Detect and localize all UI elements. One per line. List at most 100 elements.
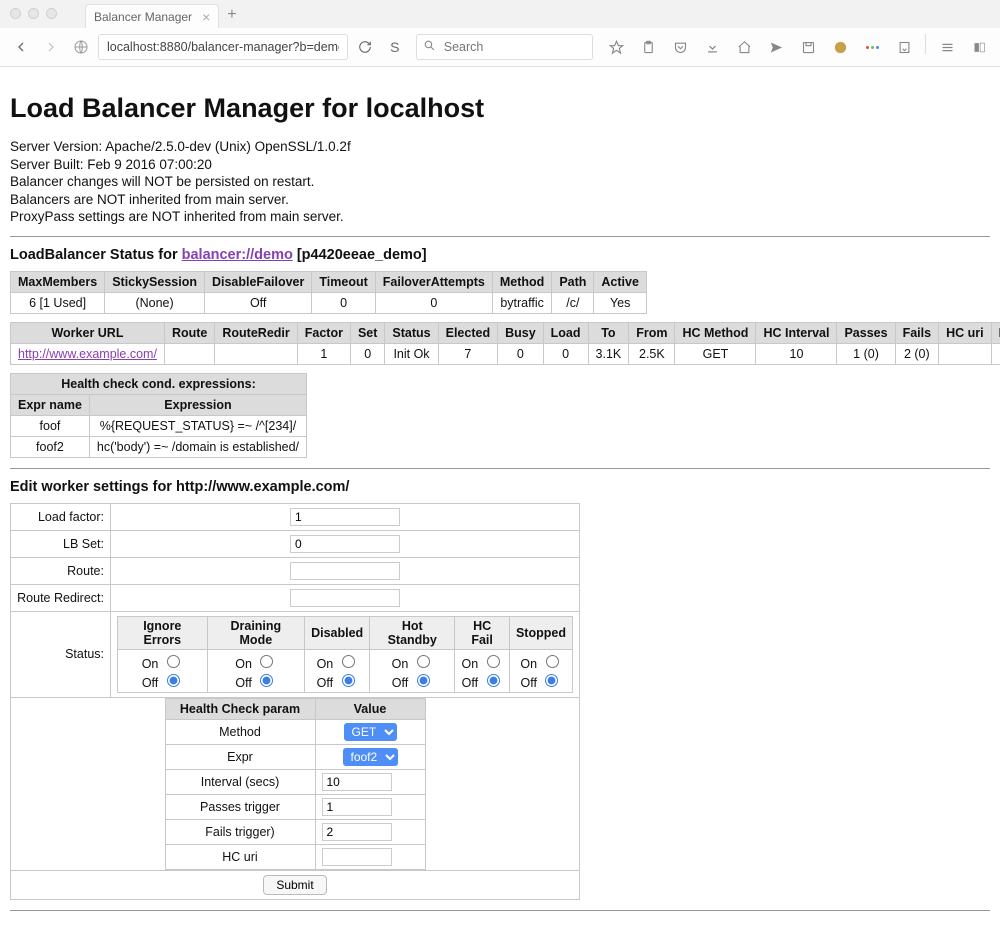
col: Health Check param [165,698,315,719]
search-input[interactable] [442,39,586,55]
input-load-factor[interactable] [290,508,400,526]
submit-button[interactable]: Submit [263,875,326,895]
smiley-icon[interactable] [827,34,853,60]
save-icon[interactable] [795,34,821,60]
col: Load [543,322,588,343]
cell: 0 [375,292,492,313]
browser-chrome: Balancer Manager × + S [0,0,1000,67]
radio-ignore-off[interactable] [167,674,180,687]
input-lb-set[interactable] [290,535,400,553]
cell: 2.5K [629,343,675,364]
col: Set [350,322,384,343]
input-route-redirect[interactable] [290,589,400,607]
col: HC Fail [455,616,510,649]
meta-note1: Balancer changes will NOT be persisted o… [10,173,990,191]
label-load-factor: Load factor: [11,503,111,530]
col: Ignore Errors [118,616,208,649]
cell: 1 (0) [837,343,895,364]
noscript-icon[interactable]: S [382,34,408,60]
input-hc-interval[interactable] [322,773,392,791]
col: Hot Standby [370,616,455,649]
window-controls [10,8,57,19]
home-icon[interactable] [731,34,757,60]
cell [939,343,992,364]
meta-note2: Balancers are NOT inherited from main se… [10,191,990,209]
cell: 2 (0) [895,343,939,364]
status-radio-table: Ignore Errors Draining Mode Disabled Hot… [117,616,573,693]
col-stickysession: StickySession [105,271,205,292]
forward-button[interactable] [38,34,64,60]
radio-hcfail-on[interactable] [487,655,500,668]
label: Expr [165,744,315,769]
hamburger-icon[interactable] [934,34,960,60]
input-hc-passes[interactable] [322,798,392,816]
input-hc-fails[interactable] [322,823,392,841]
page-content: Load Balancer Manager for localhost Serv… [0,67,1000,941]
browser-tab[interactable]: Balancer Manager × [85,4,219,28]
zoom-window-dot[interactable] [46,8,57,19]
radio-hot-off[interactable] [417,674,430,687]
minimize-window-dot[interactable] [28,8,39,19]
meta-version: Server Version: Apache/2.5.0-dev (Unix) … [10,138,990,156]
dropdown-icon[interactable] [891,34,917,60]
worker-url-link[interactable]: http://www.example.com/ [18,347,157,361]
cell [164,343,214,364]
cell: 6 [1 Used] [11,292,105,313]
new-tab-button[interactable]: + [227,6,236,28]
off-label: Off [392,676,408,690]
download-icon[interactable] [699,34,725,60]
radio-hot-on[interactable] [417,655,430,668]
cell: 0 [498,343,544,364]
cell: foof [11,415,90,436]
meta-built: Server Built: Feb 9 2016 07:00:20 [10,156,990,174]
label: HC uri [165,844,315,869]
col: Fails [895,322,939,343]
cell: 7 [438,343,497,364]
star-icon[interactable] [603,34,629,60]
col-maxmembers: MaxMembers [11,271,105,292]
radio-stopped-off[interactable] [545,674,558,687]
label: Interval (secs) [165,769,315,794]
select-hc-method[interactable]: GET [344,723,397,741]
send-icon[interactable] [763,34,789,60]
radio-drain-on[interactable] [260,655,273,668]
cell: foof2 [11,436,90,457]
edit-form: Load factor: LB Set: Route: Route Redire… [10,503,580,900]
back-button[interactable] [8,34,34,60]
input-hc-uri[interactable] [322,848,392,866]
cell: Init Ok [385,343,438,364]
balancer-link[interactable]: balancer://demo [182,247,293,263]
radio-drain-off[interactable] [260,674,273,687]
toggle-icon[interactable] [966,34,992,60]
pocket-icon[interactable] [667,34,693,60]
url-bar[interactable] [98,34,348,60]
search-bar[interactable] [416,34,593,60]
cell: 0 [543,343,588,364]
select-hc-expr[interactable]: foof2 [343,748,398,766]
expr-row: foof2 hc('body') =~ /domain is establish… [11,436,307,457]
input-route[interactable] [290,562,400,580]
label-route: Route: [11,557,111,584]
cell: Off [204,292,311,313]
cell: 10 [756,343,837,364]
radio-ignore-on[interactable] [167,655,180,668]
url-input[interactable] [105,39,341,55]
radio-hcfail-off[interactable] [487,674,500,687]
color-dots-icon[interactable] [859,34,885,60]
globe-icon[interactable] [68,34,94,60]
col: Value [315,698,425,719]
close-tab-icon[interactable]: × [202,9,210,25]
toolbar: S [0,28,1000,66]
off-label: Off [521,676,537,690]
reload-button[interactable] [352,34,378,60]
close-window-dot[interactable] [10,8,21,19]
on-label: On [520,657,537,671]
radio-stopped-on[interactable] [546,655,559,668]
radio-disabled-on[interactable] [342,655,355,668]
on-label: On [392,657,409,671]
label: Method [165,719,315,744]
radio-disabled-off[interactable] [342,674,355,687]
col: Passes [837,322,895,343]
clipboard-icon[interactable] [635,34,661,60]
col: HC Expr [991,322,1000,343]
